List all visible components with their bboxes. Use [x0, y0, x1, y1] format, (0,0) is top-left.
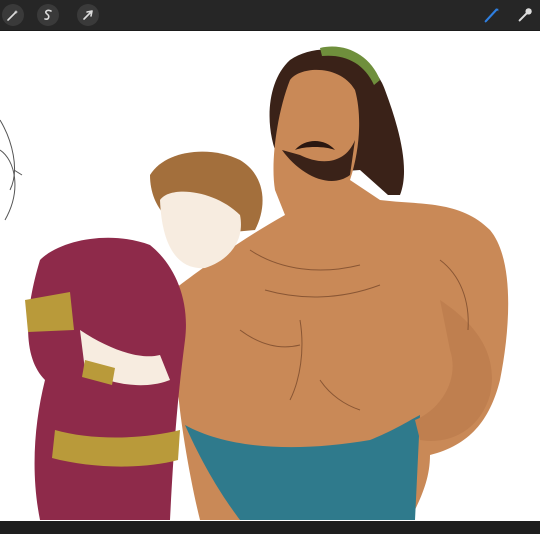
s-curve-selection-icon[interactable]	[37, 4, 59, 26]
arrow-cursor-icon[interactable]	[77, 4, 99, 26]
drawing-canvas[interactable]	[0, 31, 540, 521]
magic-wand-icon[interactable]	[2, 4, 24, 26]
sketch-lines-left	[0, 119, 23, 221]
brush-icon[interactable]	[482, 5, 502, 25]
bottom-bar	[0, 521, 540, 534]
artwork	[0, 46, 509, 521]
top-toolbar	[0, 0, 540, 31]
smudge-icon[interactable]	[515, 5, 535, 25]
